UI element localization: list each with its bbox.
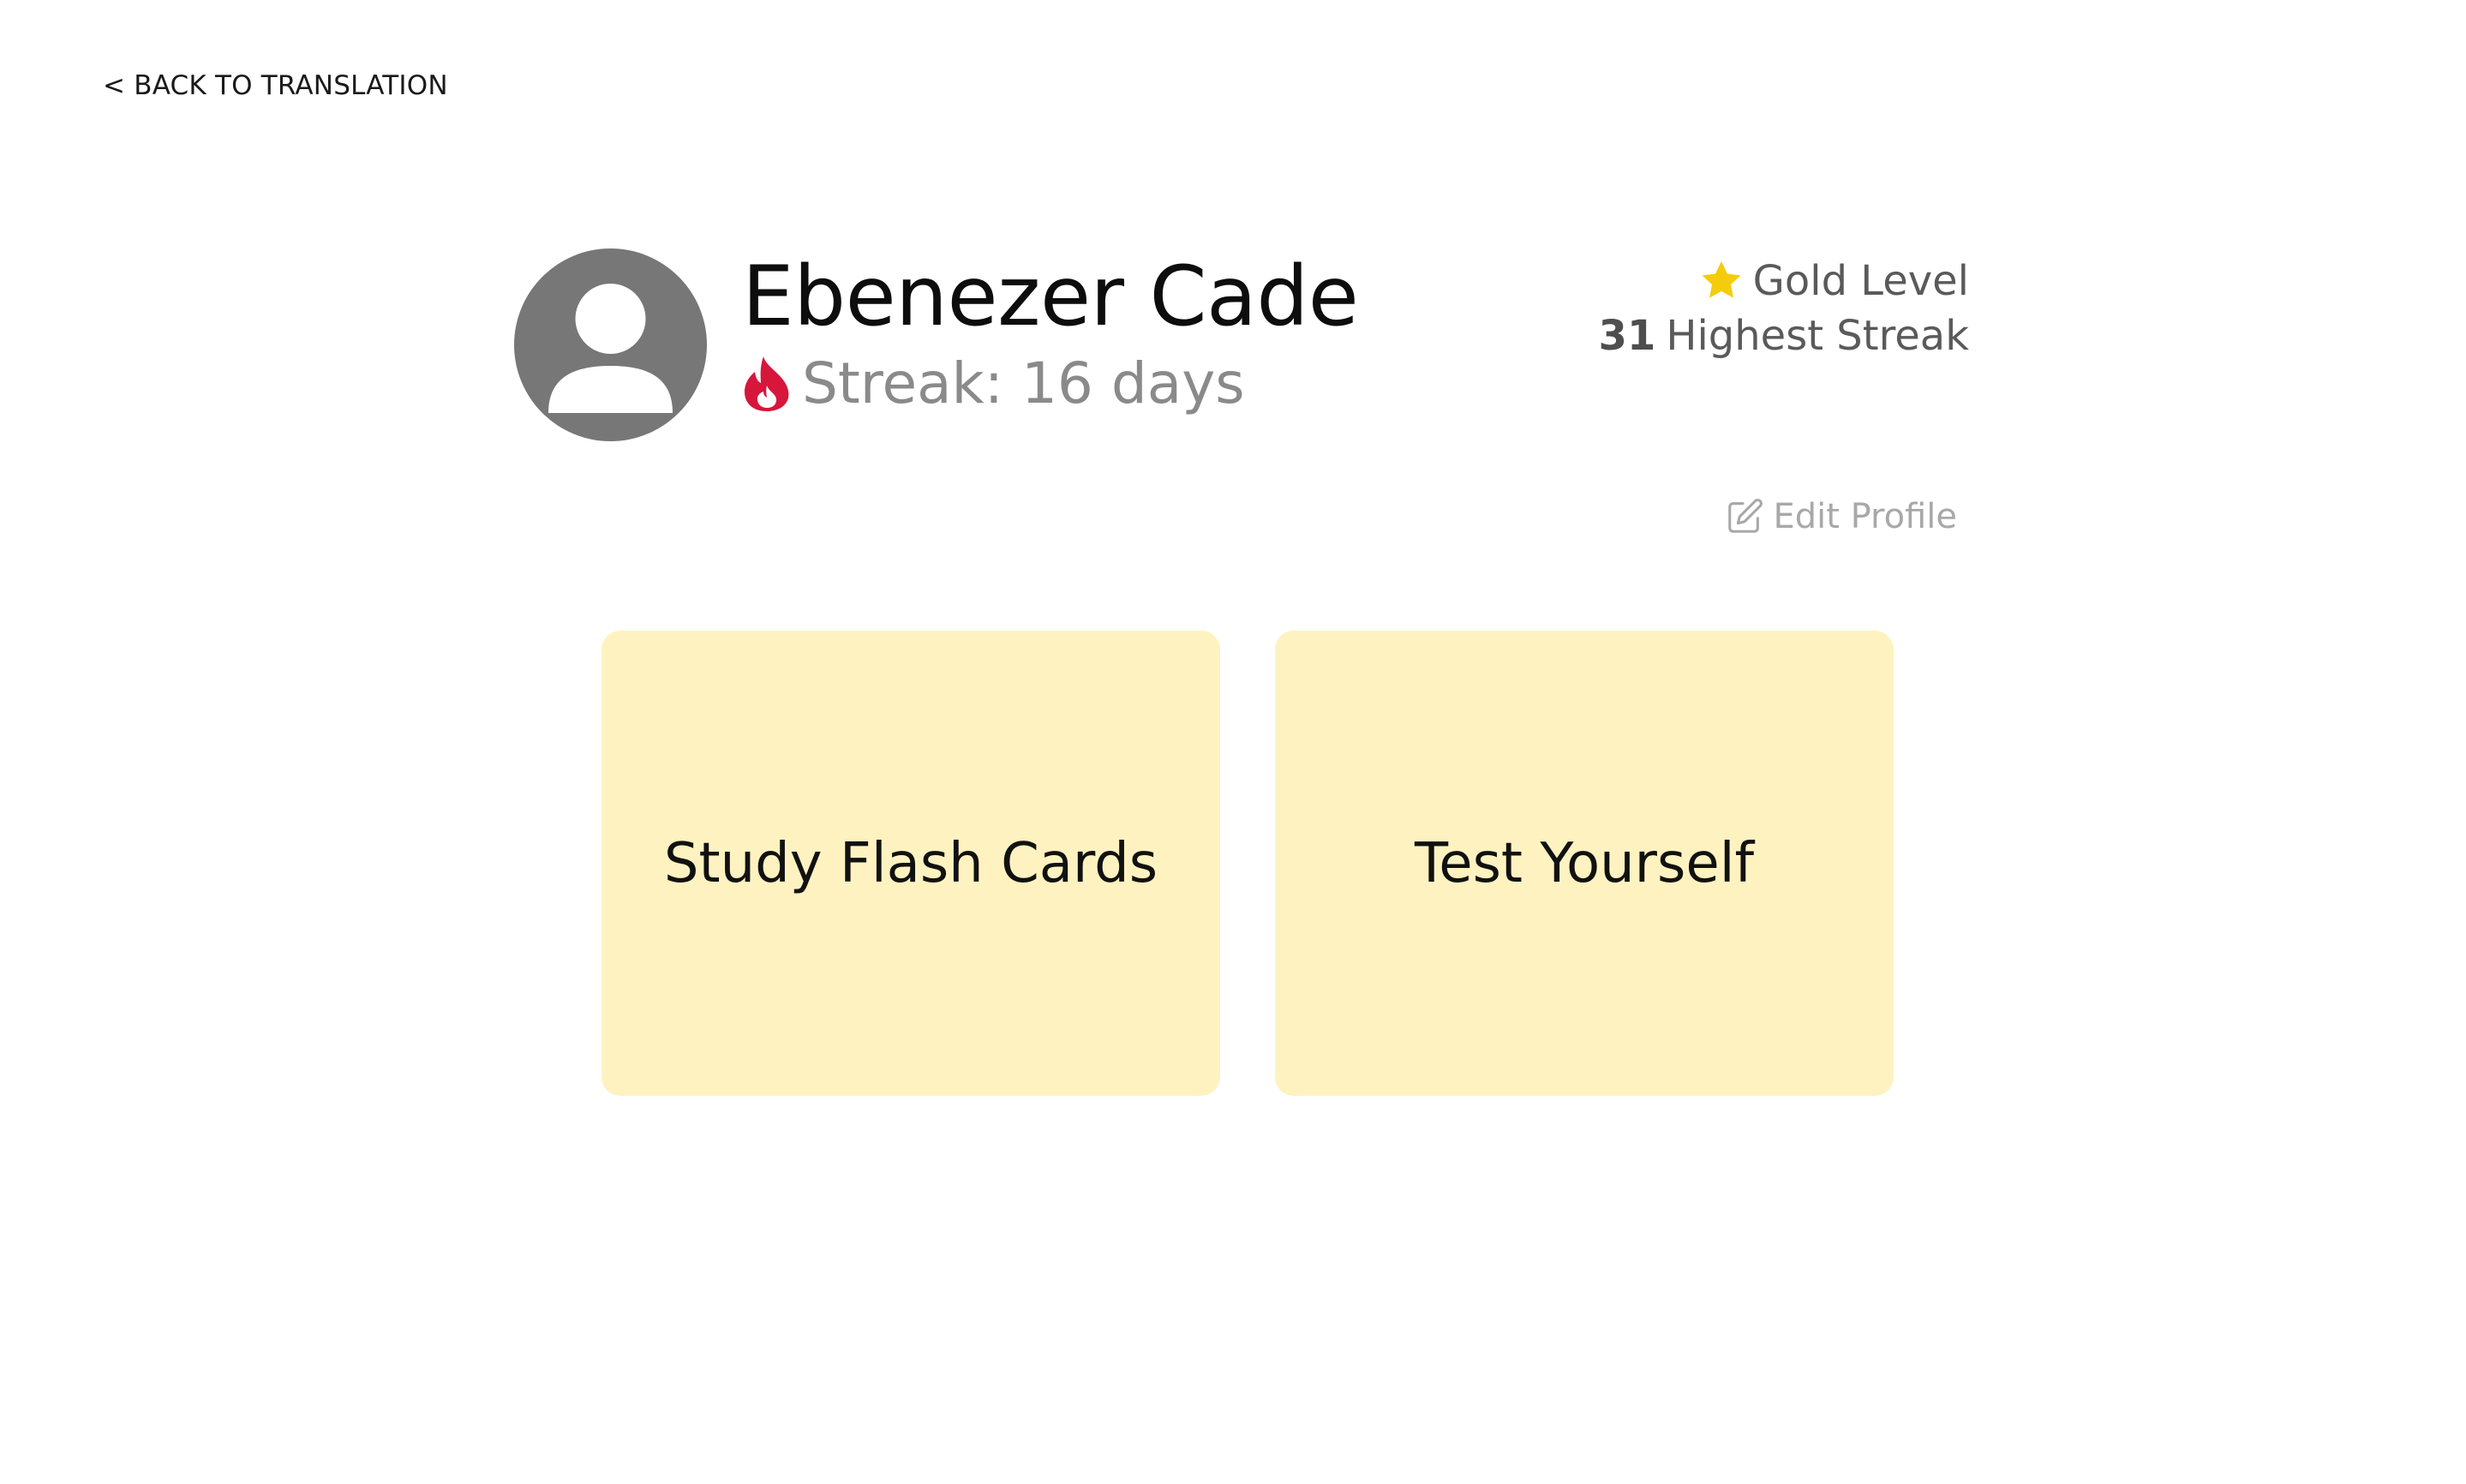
star-icon (1698, 258, 1745, 304)
user-name: Ebenezer Cade (742, 248, 1359, 344)
back-to-translation-link[interactable]: < BACK TO TRANSLATION (103, 70, 448, 101)
profile-stats: Gold Level 31 Highest Streak (1599, 254, 1969, 363)
highest-streak: 31 Highest Streak (1599, 308, 1969, 363)
test-yourself-label: Test Yourself (1414, 831, 1755, 895)
user-avatar-icon (514, 248, 707, 441)
edit-profile-label: Edit Profile (1773, 497, 1957, 536)
study-flash-cards-label: Study Flash Cards (663, 831, 1158, 895)
study-flash-cards-card[interactable]: Study Flash Cards (602, 631, 1220, 1096)
flame-icon (742, 355, 792, 413)
activity-cards: Study Flash Cards Test Yourself (602, 631, 1894, 1096)
level-badge: Gold Level (1599, 254, 1969, 308)
highest-streak-value: 31 (1598, 312, 1656, 360)
highest-streak-label: Highest Streak (1666, 312, 1969, 360)
edit-profile-button[interactable]: Edit Profile (1725, 497, 1957, 536)
streak-text: Streak: 16 days (802, 350, 1245, 416)
current-streak: Streak: 16 days (742, 355, 1245, 413)
test-yourself-card[interactable]: Test Yourself (1275, 631, 1894, 1096)
level-label: Gold Level (1752, 257, 1969, 305)
edit-icon (1725, 497, 1764, 536)
